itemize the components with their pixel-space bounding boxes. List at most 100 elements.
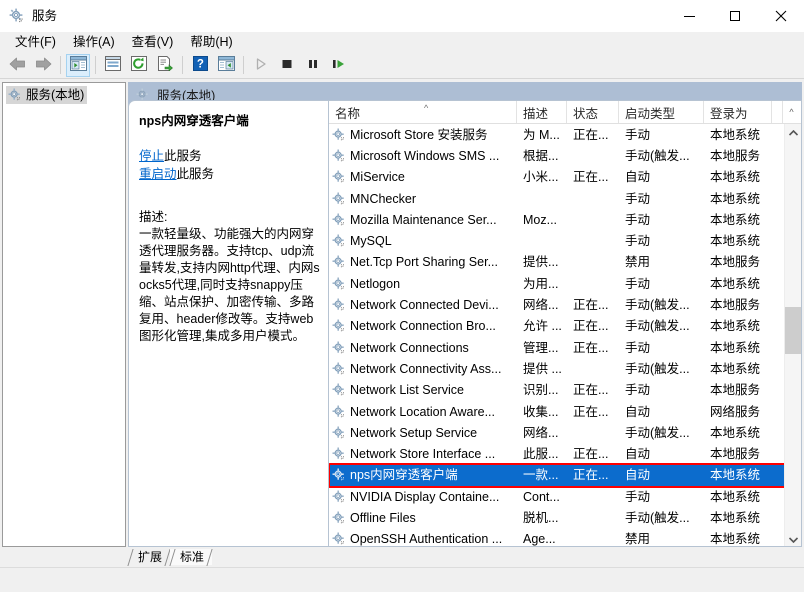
export-list-icon	[157, 56, 173, 74]
scroll-down-button[interactable]	[785, 531, 801, 546]
maximize-button[interactable]	[712, 0, 758, 32]
cell-description: 允许 ...	[523, 319, 562, 334]
cell-status: 正在...	[573, 170, 609, 185]
table-row[interactable]: Network Connected Devi... 网络... 正在... 手动(触发…	[329, 294, 784, 315]
tree-node-services-local[interactable]: 服务(本地)	[6, 86, 88, 104]
scrollbar-thumb[interactable]	[785, 307, 801, 354]
cell-startup-type: 手动(触发...	[625, 361, 690, 376]
restart-service-link[interactable]: 重启动	[139, 167, 177, 181]
table-row[interactable]: OpenSSH Authentication ... Age... 禁用 本地系统	[329, 529, 784, 546]
cell-service-name: Network Location Aware...	[329, 404, 517, 420]
scroll-up-button[interactable]	[785, 124, 801, 141]
column-header-description[interactable]: 描述	[517, 101, 567, 123]
toolbar-separator	[95, 56, 96, 74]
export-list-button[interactable]	[153, 54, 177, 77]
sort-ascending-icon: ^	[424, 103, 429, 113]
table-row[interactable]: NVIDIA Display Containe... Cont... 手动 本地系统	[329, 486, 784, 507]
help-button[interactable]: ?	[188, 54, 212, 77]
menu-action[interactable]: 操作(A)	[65, 33, 124, 52]
cell-logon-as: 本地系统	[710, 170, 761, 185]
column-header-startup-type[interactable]: 启动类型	[619, 101, 704, 123]
cell-logon-as: 本地系统	[710, 191, 761, 206]
tab-standard[interactable]: 标准	[170, 549, 213, 565]
cell-logon-as: 本地系统	[710, 425, 761, 440]
cell-service-name: Network Store Interface ...	[329, 446, 517, 462]
service-gear-icon	[332, 362, 346, 376]
cell-logon-as: 本地服务	[710, 148, 761, 163]
start-service-button[interactable]	[249, 54, 273, 77]
column-header-filler	[772, 101, 783, 123]
scroll-corner-chevron-icon: ^	[783, 101, 800, 123]
service-gear-icon	[332, 319, 346, 333]
cell-status: 正在...	[573, 404, 609, 419]
column-header-logon-as[interactable]: 登录为	[704, 101, 772, 123]
cell-logon-as: 本地服务	[710, 298, 761, 313]
cell-logon-as: 本地系统	[710, 276, 761, 291]
pause-service-button[interactable]	[301, 54, 325, 77]
table-row[interactable]: Microsoft Windows SMS ... 根据... 手动(触发... 本地…	[329, 145, 784, 166]
results-content: nps内网穿透客户端 停止此服务 重启动此服务 描述: 一款轻量级、功能强大的内…	[128, 100, 802, 547]
cell-service-name: MNChecker	[329, 191, 517, 207]
table-row[interactable]: Network Location Aware... 收集... 正在... 自动 网络服…	[329, 401, 784, 422]
stop-service-button[interactable]	[275, 54, 299, 77]
column-header-status[interactable]: 状态	[567, 101, 619, 123]
show-tree-button[interactable]	[66, 53, 90, 77]
pause-service-icon	[306, 57, 320, 74]
refresh-button[interactable]	[127, 54, 151, 77]
tab-extended[interactable]: 扩展	[128, 549, 171, 565]
cell-status: 正在...	[573, 383, 609, 398]
table-row[interactable]: MySQL 手动 本地系统	[329, 230, 784, 251]
menu-help[interactable]: 帮助(H)	[182, 33, 241, 52]
table-row[interactable]: MNChecker 手动 本地系统	[329, 188, 784, 209]
show-action-pane-button[interactable]	[214, 54, 238, 77]
restart-service-suffix: 此服务	[176, 167, 215, 181]
table-row[interactable]: Microsoft Store 安装服务 为 M... 正在... 手动 本地系统	[329, 124, 784, 145]
cell-startup-type: 手动(触发...	[625, 319, 690, 334]
cell-status: 正在...	[573, 340, 609, 355]
service-name-label: Network Connections	[350, 340, 469, 355]
window-title: 服务	[32, 9, 58, 23]
table-row[interactable]: Mozilla Maintenance Ser... Moz... 手动 本地系统	[329, 209, 784, 230]
table-row[interactable]: Netlogon 为用... 手动 本地系统	[329, 273, 784, 294]
table-row[interactable]: Network List Service 识别... 正在... 手动 本地服务	[329, 380, 784, 401]
cell-logon-as: 网络服务	[710, 404, 761, 419]
cell-logon-as: 本地系统	[710, 468, 761, 483]
minimize-button[interactable]	[666, 0, 712, 32]
column-header-name[interactable]: 名称 ^	[329, 101, 517, 123]
cell-service-name: Offline Files	[329, 510, 517, 526]
results-pane: 服务(本地) nps内网穿透客户端 停止此服务 重启动此服务 描述: 一款轻量级…	[128, 82, 802, 547]
close-icon	[775, 10, 787, 22]
cell-startup-type: 自动	[625, 170, 651, 185]
table-row[interactable]: Network Store Interface ... 此服... 正在... 自动 本…	[329, 443, 784, 464]
table-row[interactable]: Network Connections 管理... 正在... 手动 本地系统	[329, 337, 784, 358]
show-tree-icon	[69, 56, 87, 74]
table-row-selected[interactable]: nps内网穿透客户端 一款... 正在... 自动 本地系统	[329, 464, 784, 487]
cell-startup-type: 手动	[625, 191, 651, 206]
cell-description: 为用...	[523, 276, 559, 291]
service-gear-icon	[332, 511, 346, 525]
cell-logon-as: 本地系统	[710, 234, 761, 249]
list-vertical-scrollbar[interactable]	[784, 124, 801, 546]
menu-view[interactable]: 查看(V)	[124, 33, 183, 52]
forward-button[interactable]	[31, 54, 55, 77]
cell-service-name: Net.Tcp Port Sharing Ser...	[329, 254, 517, 270]
table-row[interactable]: Net.Tcp Port Sharing Ser... 提供... 禁用 本地服务	[329, 252, 784, 273]
table-row[interactable]: Offline Files 脱机... 手动(触发... 本地系统	[329, 507, 784, 528]
start-service-icon	[254, 57, 268, 74]
menu-file[interactable]: 文件(F)	[7, 33, 65, 52]
stop-service-link[interactable]: 停止	[139, 149, 164, 163]
restart-service-button[interactable]	[327, 54, 351, 77]
service-name-label: MiService	[350, 170, 405, 185]
table-row[interactable]: Network Connection Bro... 允许 ... 正在... 手动(触…	[329, 316, 784, 337]
cell-startup-type: 手动	[625, 340, 651, 355]
service-name-label: Netlogon	[350, 276, 401, 291]
service-name-label: Network Location Aware...	[350, 404, 495, 419]
table-row[interactable]: Network Connectivity Ass... 提供 ... 手动(触发..…	[329, 358, 784, 379]
back-button[interactable]	[5, 54, 29, 77]
cell-startup-type: 手动	[625, 127, 651, 142]
table-row[interactable]: Network Setup Service 网络... 手动(触发... 本地系统	[329, 422, 784, 443]
cell-logon-as: 本地系统	[710, 510, 761, 525]
properties-button[interactable]	[101, 54, 125, 77]
table-row[interactable]: MiService 小米... 正在... 自动 本地系统	[329, 167, 784, 188]
close-button[interactable]	[758, 0, 804, 32]
